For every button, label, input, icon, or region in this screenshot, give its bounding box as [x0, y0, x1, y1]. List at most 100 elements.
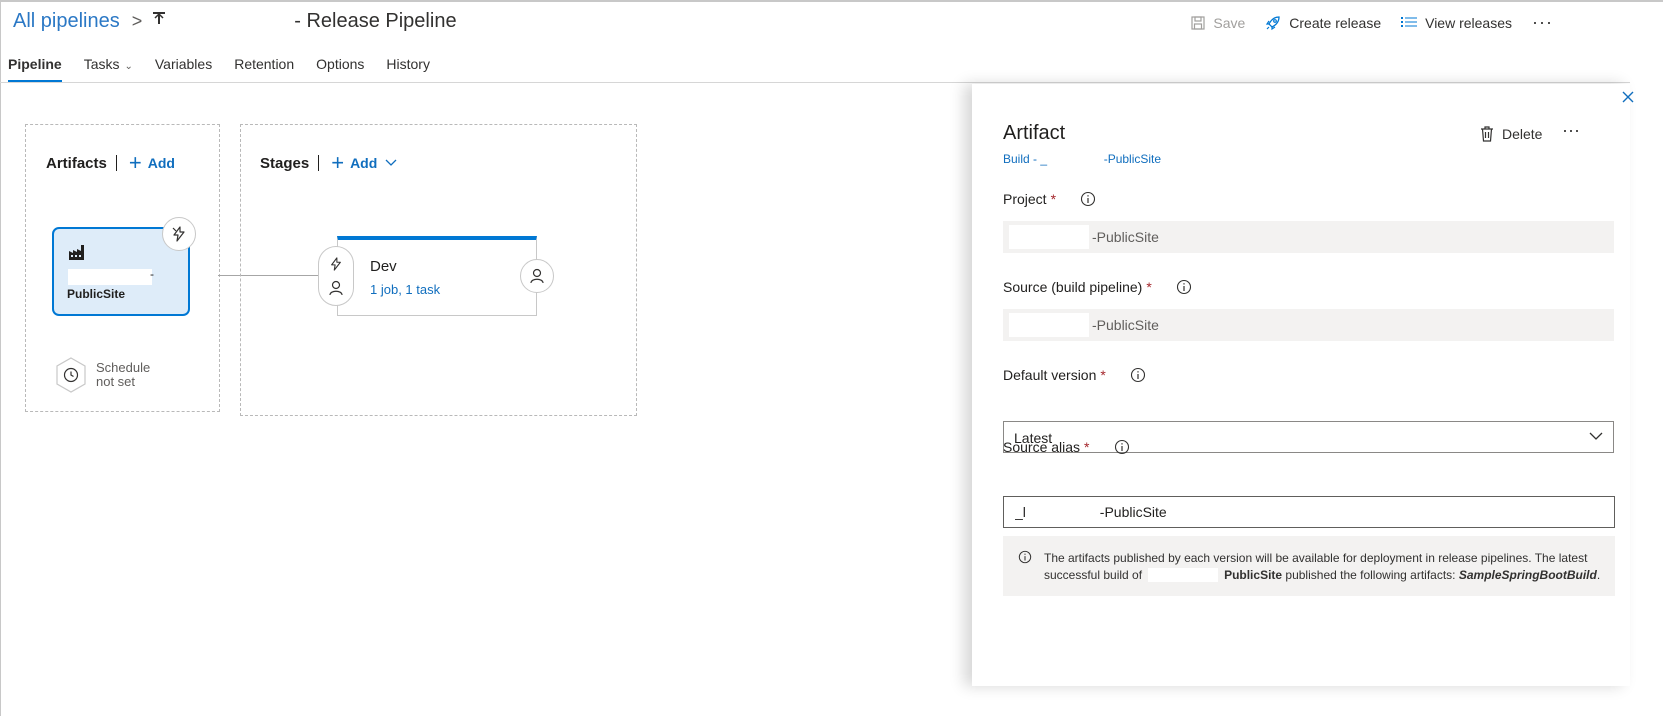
- artifact-details-panel: Artifact Build - _ -PublicSite Delete ··…: [972, 84, 1630, 686]
- header-actions: Save Create release View releases ···: [1191, 12, 1663, 33]
- stage-card-dev[interactable]: Dev 1 job, 1 task: [337, 236, 537, 316]
- save-label: Save: [1213, 14, 1246, 31]
- notice-text: successful build of: [1044, 568, 1143, 582]
- chevron-down-icon: [1589, 432, 1603, 440]
- delete-label: Delete: [1502, 126, 1543, 142]
- schedule-label-line1: Schedule: [96, 360, 151, 375]
- stages-header: Stages + Add: [260, 152, 397, 174]
- project-value: -PublicSite: [1092, 229, 1159, 245]
- panel-title: Artifact: [1003, 122, 1066, 144]
- tab-label: History: [386, 56, 430, 72]
- field-label: Source alias: [1003, 439, 1081, 455]
- rocket-icon: [1266, 15, 1280, 30]
- pipeline-icon: [152, 10, 166, 33]
- close-panel-button[interactable]: [1622, 90, 1634, 108]
- all-pipelines-link[interactable]: All pipelines: [13, 10, 120, 33]
- tab-label: Options: [316, 56, 365, 72]
- tab-variables[interactable]: Variables: [144, 50, 223, 82]
- project-field: -PublicSite: [1003, 221, 1614, 253]
- view-releases-button[interactable]: View releases: [1401, 15, 1512, 31]
- lightning-icon: [172, 226, 185, 242]
- trash-icon: [1481, 126, 1493, 142]
- post-deployment-approvals-button[interactable]: [520, 259, 554, 293]
- tab-label: Retention: [234, 56, 295, 72]
- source-value: -PublicSite: [1092, 317, 1159, 333]
- add-stage-button[interactable]: + Add: [331, 152, 397, 174]
- info-icon: [1018, 550, 1032, 564]
- add-artifact-button[interactable]: + Add: [129, 152, 175, 174]
- source-label: Source (build pipeline) *: [1003, 279, 1192, 295]
- page-header: All pipelines > - Release Pipeline Save …: [0, 4, 1663, 44]
- notice-text: .: [1596, 568, 1601, 582]
- tab-options[interactable]: Options: [305, 50, 375, 82]
- plus-icon: +: [331, 150, 345, 175]
- required-marker: *: [1050, 191, 1057, 207]
- more-actions-button[interactable]: ···: [1532, 12, 1553, 33]
- field-label: Project: [1003, 191, 1047, 207]
- add-stage-label: Add: [350, 155, 378, 171]
- redacted-name: [1009, 313, 1089, 337]
- notice-build-name: PublicSite: [1224, 568, 1283, 582]
- build-factory-icon: [68, 243, 86, 266]
- notice-line2: successful build of PublicSite published…: [1044, 568, 1600, 582]
- add-artifact-label: Add: [147, 155, 175, 171]
- continuous-deployment-trigger-button[interactable]: [162, 217, 196, 251]
- field-label: Default version: [1003, 367, 1097, 383]
- required-marker: *: [1084, 439, 1090, 455]
- tab-history[interactable]: History: [375, 50, 441, 82]
- person-icon: [530, 268, 544, 284]
- close-icon: [1622, 91, 1634, 103]
- stages-title: Stages: [260, 154, 310, 172]
- redacted-name: [1009, 225, 1089, 249]
- view-releases-label: View releases: [1425, 14, 1513, 31]
- tab-bar: Pipeline Tasks ⌄ Variables Retention Opti…: [0, 50, 441, 82]
- schedule-label-line2: not set: [96, 374, 136, 389]
- create-release-button[interactable]: Create release: [1265, 15, 1381, 31]
- required-marker: *: [1100, 367, 1106, 383]
- create-release-label: Create release: [1289, 14, 1382, 31]
- tab-tasks[interactable]: Tasks ⌄: [73, 50, 144, 82]
- panel-subtitle-link[interactable]: Build - _ -PublicSite: [1003, 152, 1161, 166]
- pre-deployment-conditions-button[interactable]: [318, 246, 354, 306]
- artifacts-header: Artifacts + Add: [46, 152, 175, 174]
- info-icon[interactable]: [1130, 367, 1146, 383]
- delete-artifact-button[interactable]: Delete: [1480, 126, 1542, 142]
- breadcrumb-separator: >: [131, 11, 143, 31]
- tab-pipeline[interactable]: Pipeline: [0, 50, 73, 82]
- person-icon: [329, 281, 343, 296]
- stage-name: Dev: [370, 258, 397, 275]
- artifact-name: PublicSite: [67, 287, 126, 301]
- source-build-pipeline-field: -PublicSite: [1003, 309, 1614, 341]
- redacted-name: [68, 269, 152, 285]
- page-title: - Release Pipeline: [294, 10, 457, 32]
- lightning-icon: [331, 257, 341, 271]
- source-alias-input[interactable]: [1003, 496, 1615, 528]
- notice-artifact-name: SampleSpringBootBuild: [1458, 568, 1597, 582]
- source-alias-label: Source alias *: [1003, 439, 1130, 455]
- artifacts-title: Artifacts: [46, 154, 107, 172]
- tab-label: Variables: [154, 56, 213, 72]
- plus-icon: +: [128, 150, 142, 175]
- required-marker: *: [1146, 279, 1152, 295]
- schedule-trigger[interactable]: Schedule not set: [54, 356, 150, 394]
- artifact-dash: -: [150, 267, 154, 281]
- save-icon: [1191, 15, 1205, 30]
- list-icon: [1401, 16, 1418, 27]
- tab-retention[interactable]: Retention: [223, 50, 305, 82]
- info-icon[interactable]: [1176, 279, 1192, 295]
- chevron-down-icon: ⌄: [124, 61, 133, 72]
- breadcrumb: All pipelines > - Release Pipeline: [13, 10, 457, 33]
- save-button[interactable]: Save: [1191, 15, 1245, 31]
- redacted-name: [1148, 568, 1219, 582]
- tab-label: Pipeline: [8, 56, 62, 72]
- field-label: Source (build pipeline): [1003, 279, 1143, 295]
- stage-job-info-link[interactable]: 1 job, 1 task: [370, 282, 440, 297]
- project-label: Project *: [1003, 191, 1096, 207]
- default-version-label: Default version *: [1003, 367, 1146, 383]
- info-icon[interactable]: [1080, 191, 1096, 207]
- notice-text: published the following artifacts:: [1282, 568, 1459, 582]
- artifact-info-notice: The artifacts published by each version …: [1003, 536, 1615, 596]
- notice-line1: The artifacts published by each version …: [1044, 551, 1588, 565]
- panel-more-button[interactable]: ···: [1562, 120, 1580, 141]
- info-icon[interactable]: [1114, 439, 1130, 455]
